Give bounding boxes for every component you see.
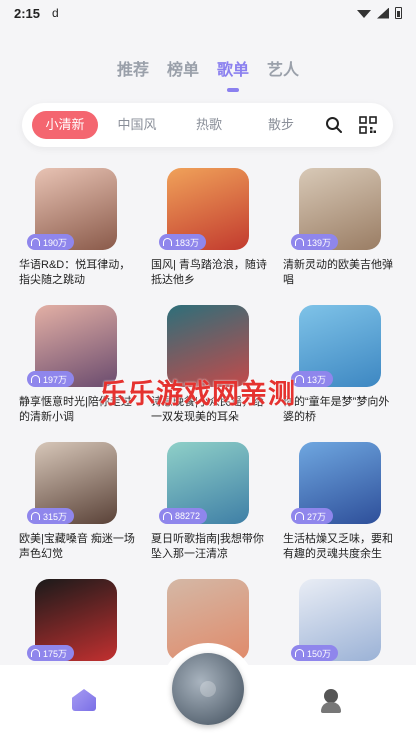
playlist-title: 诗意晚餐|小众民谣，给一双发现美的耳朵	[151, 396, 264, 423]
filter-actions	[325, 116, 383, 134]
signal-icon	[377, 7, 389, 19]
search-icon[interactable]	[325, 116, 343, 134]
play-count-badge: 150万	[291, 645, 339, 661]
play-count: 175万	[43, 648, 68, 659]
play-count: 150万	[307, 648, 332, 659]
headphones-icon	[295, 512, 304, 520]
play-count-badge: 315万	[27, 508, 75, 524]
playlist-grid: 190万 华语R&D：悦耳律动，指尖随之跳动 183万 国风| 青鸟踏沧浪，随诗抵达他…	[17, 168, 399, 699]
category-filter-bar: 小清新 中国风 热歌 散步	[22, 103, 393, 147]
playlist-card[interactable]: 183万国风| 青鸟踏沧浪，随诗抵达他乡	[149, 168, 267, 288]
top-tabs: 推荐 榜单 歌单 艺人	[0, 56, 416, 80]
playlist-title: 清新灵动的欧美吉他弹唱	[283, 259, 393, 286]
play-count: 197万	[43, 374, 68, 385]
status-extra: d	[52, 6, 59, 20]
status-icons	[357, 7, 402, 19]
playlist-card[interactable]: 197万静享惬意时光|陪你走过的清新小调	[17, 305, 135, 425]
filter-chip-hot[interactable]: 热歌	[176, 111, 242, 139]
filter-chip-walk[interactable]: 散步	[248, 111, 314, 139]
headphones-icon	[163, 512, 172, 520]
play-count-badge: 183万	[159, 234, 207, 250]
headphones-icon	[31, 512, 40, 520]
play-count-badge: 139万	[291, 234, 339, 250]
playlist-card[interactable]: 139万清新灵动的欧美吉他弹唱	[281, 168, 399, 288]
play-count: 13万	[307, 374, 327, 385]
play-count: 315万	[43, 511, 68, 522]
play-count-badge: 13万	[291, 371, 334, 387]
playlist-title: 静享惬意时光|陪你走过的清新小调	[19, 396, 132, 423]
headphones-icon	[295, 649, 304, 657]
playlist-title: 国风| 青鸟踏沧浪，随诗抵达他乡	[151, 259, 267, 286]
playlist-card[interactable]: 88272 夏日听歌指南|我想带你坠入那一汪清凉	[149, 442, 267, 562]
bottom-nav	[0, 643, 416, 739]
status-time: 2:15	[14, 5, 41, 21]
playlist-cover[interactable]	[167, 305, 249, 387]
tab-playlists[interactable]: 歌单	[217, 56, 249, 80]
status-bar: 2:15 d	[0, 0, 416, 26]
play-count: 139万	[307, 237, 332, 248]
play-count: 183万	[175, 237, 200, 248]
playlist-card[interactable]: 190万华语R&D：悦耳律动，指尖随之跳动	[17, 168, 135, 288]
tab-charts[interactable]: 榜单	[167, 56, 199, 80]
playlist-title: 夏日听歌指南|我想带你坠入那一汪清凉	[151, 533, 264, 560]
play-count: 88272	[175, 511, 201, 521]
tab-artists[interactable]: 艺人	[267, 56, 299, 80]
headphones-icon	[31, 375, 40, 383]
playlist-card[interactable]: 27万生活枯燥又乏味，要和有趣的灵魂共度余生	[281, 442, 399, 562]
battery-icon	[395, 7, 402, 19]
playlist-card[interactable]: 13万你的“童年是梦”梦向外婆的桥	[281, 305, 399, 425]
filter-chip-chinese-style[interactable]: 中国风	[104, 111, 170, 139]
tab-recommend[interactable]: 推荐	[117, 56, 149, 80]
filter-chip-fresh[interactable]: 小清新	[32, 111, 98, 139]
headphones-icon	[31, 238, 40, 246]
headphones-icon	[163, 238, 172, 246]
home-icon[interactable]	[72, 689, 96, 711]
playlist-title: 你的“童年是梦”梦向外婆的桥	[283, 396, 390, 423]
headphones-icon	[295, 375, 304, 383]
headphones-icon	[31, 649, 40, 657]
play-count-badge: 197万	[27, 371, 75, 387]
play-count-badge: 175万	[27, 645, 75, 661]
qr-scan-icon[interactable]	[359, 116, 377, 134]
play-count: 27万	[307, 511, 327, 522]
playlist-card[interactable]: 诗意晚餐|小众民谣，给一双发现美的耳朵	[149, 305, 267, 425]
profile-icon[interactable]	[319, 689, 343, 713]
playlist-title: 欧美|宝藏嗓音 痴迷一场声色幻觉	[19, 533, 135, 560]
play-count-badge: 27万	[291, 508, 334, 524]
headphones-icon	[295, 238, 304, 246]
playlist-card[interactable]: 315万欧美|宝藏嗓音 痴迷一场声色幻觉	[17, 442, 135, 562]
play-count: 190万	[43, 237, 68, 248]
wifi-icon	[357, 10, 371, 18]
play-count-badge: 88272	[159, 508, 208, 524]
play-count-badge: 190万	[27, 234, 75, 250]
playlist-title: 华语R&D：悦耳律动，指尖随之跳动	[19, 259, 131, 286]
now-playing-disc[interactable]	[172, 653, 244, 725]
playlist-title: 生活枯燥又乏味，要和有趣的灵魂共度余生	[283, 533, 393, 560]
